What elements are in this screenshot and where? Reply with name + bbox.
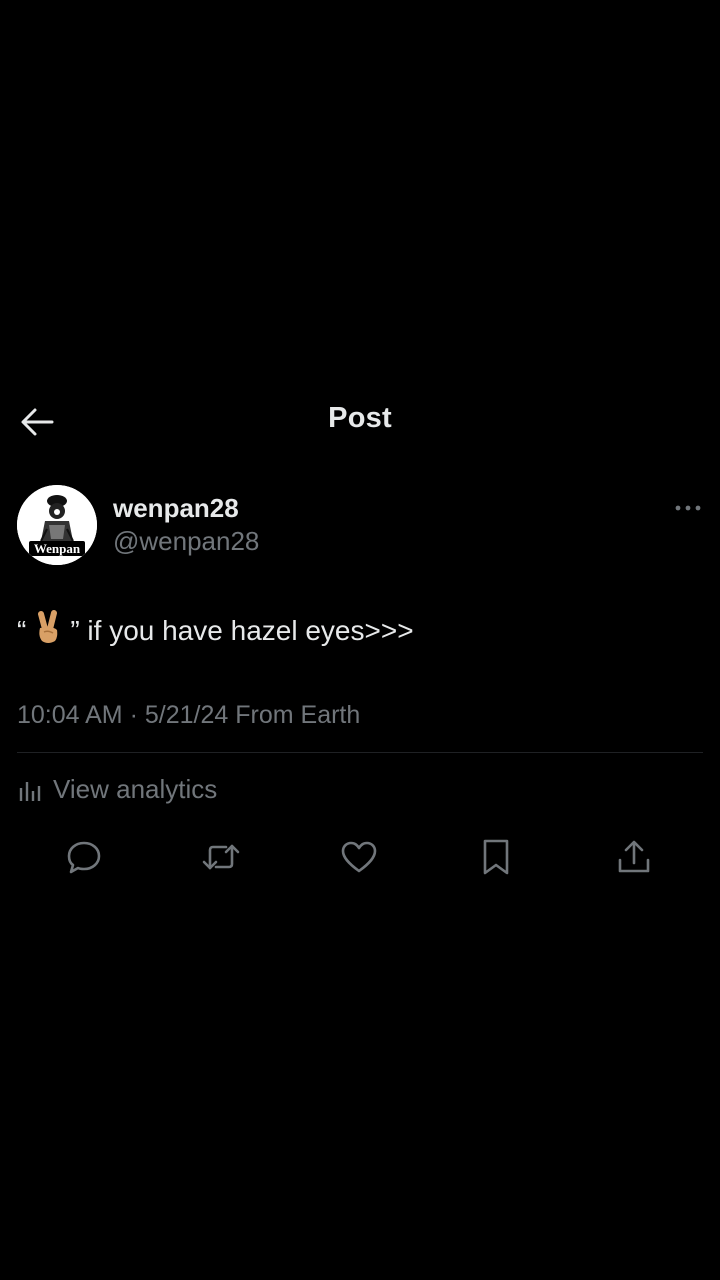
analytics-bars-icon xyxy=(19,781,41,801)
top-bar: Post xyxy=(0,380,720,462)
handle[interactable]: @wenpan28 xyxy=(113,526,259,557)
reply-button[interactable] xyxy=(62,835,106,879)
heart-icon xyxy=(341,841,377,873)
bookmark-icon xyxy=(483,839,509,875)
victory-hand-emoji-icon xyxy=(38,610,58,643)
post-text: “ ” if you have hazel eyes>>> xyxy=(17,610,414,647)
meta-separator: · xyxy=(129,701,138,729)
post-text-body: ” if you have hazel eyes>>> xyxy=(70,615,414,646)
repost-icon xyxy=(202,844,240,870)
page-title: Post xyxy=(328,402,392,434)
display-name[interactable]: wenpan28 xyxy=(113,493,239,524)
post-text-prefix: “ xyxy=(17,615,27,646)
avatar-image: Wenpan xyxy=(17,485,97,565)
share-button[interactable] xyxy=(612,835,656,879)
share-icon xyxy=(618,840,650,873)
post-time: 10:04 AM xyxy=(17,701,123,729)
avatar[interactable]: Wenpan xyxy=(17,485,97,565)
post-metadata: 10:04 AM · 5/21/24 From Earth xyxy=(17,701,360,730)
reply-icon xyxy=(67,841,101,874)
view-analytics-label: View analytics xyxy=(53,774,218,804)
divider xyxy=(17,752,703,753)
repost-button[interactable] xyxy=(199,835,243,879)
view-analytics-button[interactable]: View analytics xyxy=(17,774,217,805)
like-button[interactable] xyxy=(337,835,381,879)
post-source: From Earth xyxy=(235,701,361,729)
avatar-logo-text: Wenpan xyxy=(34,541,81,556)
action-bar xyxy=(0,835,720,879)
more-options-button[interactable] xyxy=(668,496,708,520)
more-dots-icon xyxy=(675,505,701,511)
post-date: 5/21/24 xyxy=(144,701,229,729)
bookmark-button[interactable] xyxy=(474,835,518,879)
